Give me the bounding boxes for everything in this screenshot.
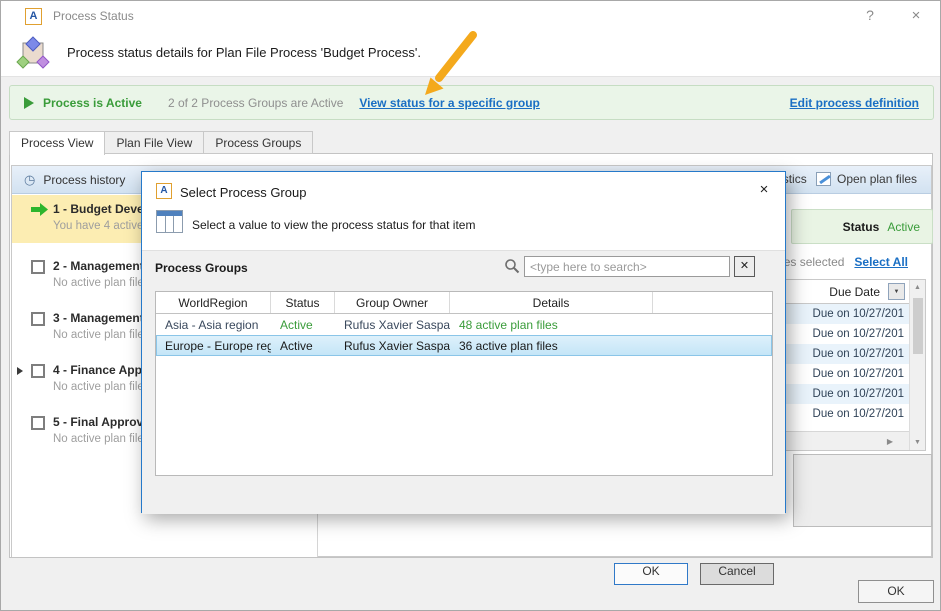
clear-search-icon[interactable]: ✕ bbox=[734, 256, 755, 277]
app-icon: A bbox=[25, 8, 42, 25]
scrollbar-thumb[interactable] bbox=[913, 298, 923, 354]
select-process-group-dialog: A Select Process Group × Select a value … bbox=[141, 171, 786, 513]
annotation-arrow bbox=[409, 31, 481, 103]
window-titlebar: A Process Status ? × bbox=[1, 1, 940, 31]
table-header-row: WorldRegion Status Group Owner Details bbox=[156, 292, 772, 314]
group-status-box: Status Active bbox=[791, 209, 933, 244]
checkbox[interactable] bbox=[31, 416, 45, 430]
column-header-filler bbox=[653, 292, 772, 313]
dialog-cancel-button[interactable]: Cancel bbox=[700, 563, 774, 585]
window-title: Process Status bbox=[53, 9, 134, 23]
expander-icon[interactable] bbox=[17, 367, 23, 375]
dialog-ok-button[interactable]: OK bbox=[614, 563, 688, 585]
help-icon[interactable]: ? bbox=[859, 7, 881, 23]
scroll-down-icon[interactable]: ▼ bbox=[914, 435, 921, 450]
ok-button[interactable]: OK bbox=[858, 580, 934, 603]
tab-process-groups[interactable]: Process Groups bbox=[204, 131, 313, 154]
column-header-worldregion[interactable]: WorldRegion bbox=[156, 292, 271, 313]
tab-plan-file-view[interactable]: Plan File View bbox=[105, 131, 204, 154]
tab-process-view[interactable]: Process View bbox=[9, 131, 105, 155]
view-tabs: Process View Plan File View Process Grou… bbox=[9, 131, 313, 154]
checkbox[interactable] bbox=[31, 312, 45, 326]
close-icon[interactable]: × bbox=[905, 7, 927, 24]
scroll-up-icon[interactable]: ▲ bbox=[914, 280, 921, 295]
checkbox[interactable] bbox=[31, 260, 45, 274]
dialog-body: Process Groups ✕ WorldRegion Status Grou… bbox=[142, 250, 785, 514]
table-icon bbox=[156, 210, 183, 233]
play-icon bbox=[24, 97, 34, 109]
dialog-title: Select Process Group bbox=[180, 185, 306, 200]
dialog-description: Select a value to view the process statu… bbox=[192, 218, 475, 232]
dialog-app-icon: A bbox=[156, 183, 172, 199]
open-plan-files-icon bbox=[816, 172, 831, 186]
checkbox[interactable] bbox=[31, 364, 45, 378]
filter-dropdown-icon[interactable]: ▼ bbox=[888, 283, 905, 300]
column-header-details[interactable]: Details bbox=[450, 292, 653, 313]
process-status-window: A Process Status ? × Process status deta… bbox=[0, 0, 941, 611]
open-plan-files-button[interactable]: Open plan files bbox=[816, 172, 917, 186]
search-icon bbox=[504, 258, 520, 274]
process-history-title: Process history bbox=[43, 173, 125, 187]
status-badge: Active bbox=[887, 220, 920, 234]
vertical-scrollbar[interactable]: ▲ ▼ bbox=[909, 280, 925, 450]
table-row-europe[interactable]: Europe - Europe region Active Rufus Xavi… bbox=[156, 335, 772, 356]
edit-process-definition-link[interactable]: Edit process definition bbox=[790, 96, 919, 110]
dialog-close-icon[interactable]: × bbox=[752, 181, 776, 198]
details-placeholder-panel bbox=[793, 454, 932, 527]
scroll-right-icon[interactable]: ▶ bbox=[887, 437, 893, 446]
table-row-asia[interactable]: Asia - Asia region Active Rufus Xavier S… bbox=[156, 314, 772, 335]
column-header-status[interactable]: Status bbox=[271, 292, 335, 313]
search-input[interactable] bbox=[524, 256, 730, 277]
page-title: Process status details for Plan File Pro… bbox=[67, 45, 421, 60]
process-groups-table: WorldRegion Status Group Owner Details A… bbox=[155, 291, 773, 476]
process-state-label: Process is Active bbox=[43, 96, 142, 110]
process-workflow-icon bbox=[14, 34, 52, 72]
process-groups-label: Process Groups bbox=[155, 261, 248, 275]
column-header-group-owner[interactable]: Group Owner bbox=[335, 292, 450, 313]
groups-summary: 2 of 2 Process Groups are Active bbox=[168, 96, 343, 110]
select-all-link[interactable]: Select All bbox=[854, 255, 908, 269]
clock-icon: ◷ bbox=[24, 172, 35, 188]
green-arrow-icon bbox=[31, 203, 48, 216]
